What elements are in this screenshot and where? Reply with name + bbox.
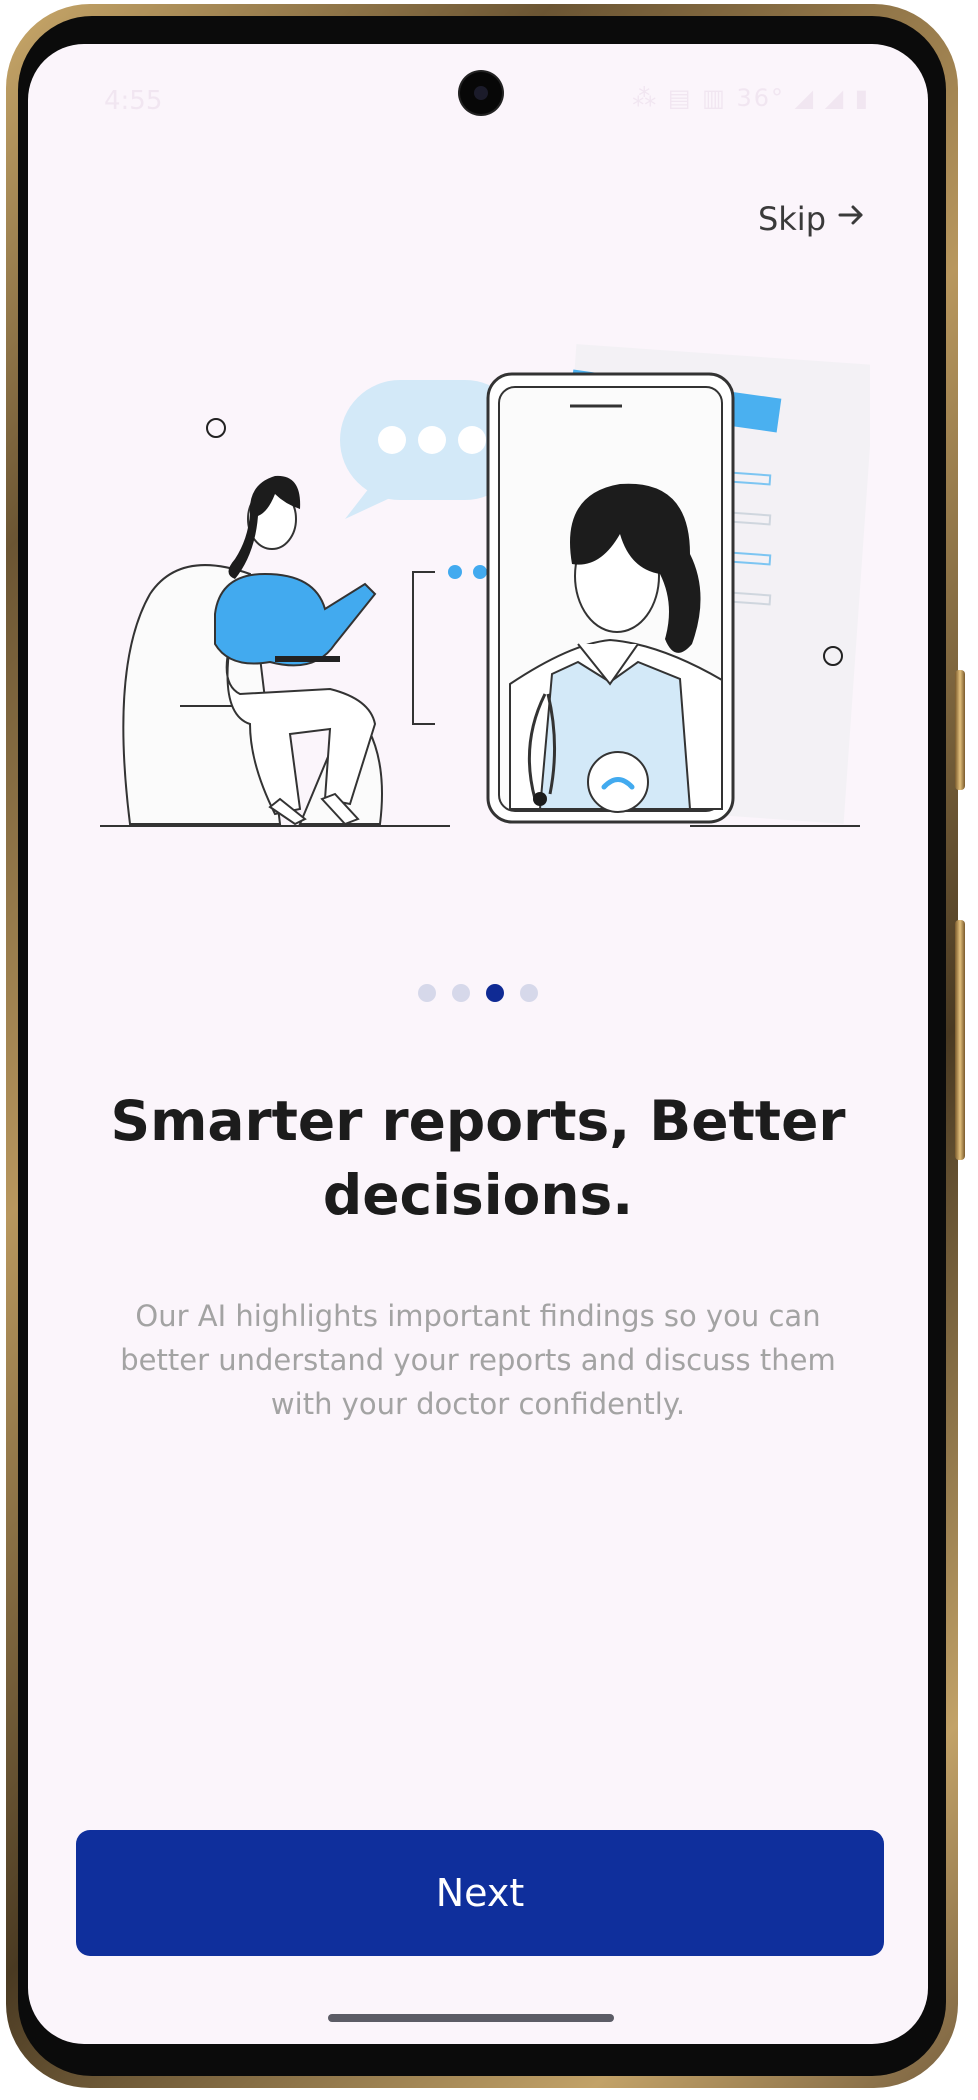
next-button[interactable]: Next <box>76 1830 884 1956</box>
pagination-dot <box>452 984 470 1002</box>
patient-woman-illustration <box>122 475 383 826</box>
phone-doctor-illustration <box>486 372 735 824</box>
description-text: Our AI highlights important findings so … <box>120 1299 836 1421</box>
pagination-dots <box>28 984 928 1002</box>
skip-label: Skip <box>757 200 826 238</box>
home-indicator[interactable] <box>328 2014 614 2022</box>
pagination-dot <box>418 984 436 1002</box>
pagination-dot <box>520 984 538 1002</box>
pagination-dot-active <box>486 984 504 1002</box>
status-time: 4:55 <box>104 86 163 116</box>
screen: 4:55 ⁂ ▤ ▥ 36° ◢ ◢ ▮ Skip Smarter report… <box>28 44 928 2044</box>
skip-button[interactable]: Skip <box>758 200 866 238</box>
decor-circle <box>206 418 226 438</box>
front-camera <box>460 72 502 114</box>
onboarding-illustration <box>100 344 870 827</box>
volume-button <box>955 920 965 1160</box>
power-button <box>955 670 965 790</box>
headline: Smarter reports, Better decisions. <box>110 1089 846 1227</box>
status-icons: ⁂ ▤ ▥ 36° ◢ ◢ ▮ <box>632 84 870 112</box>
arrow-right-icon <box>836 200 866 238</box>
next-button-label: Next <box>435 1871 525 1915</box>
status-bar: 4:55 ⁂ ▤ ▥ 36° ◢ ◢ ▮ <box>28 44 928 144</box>
